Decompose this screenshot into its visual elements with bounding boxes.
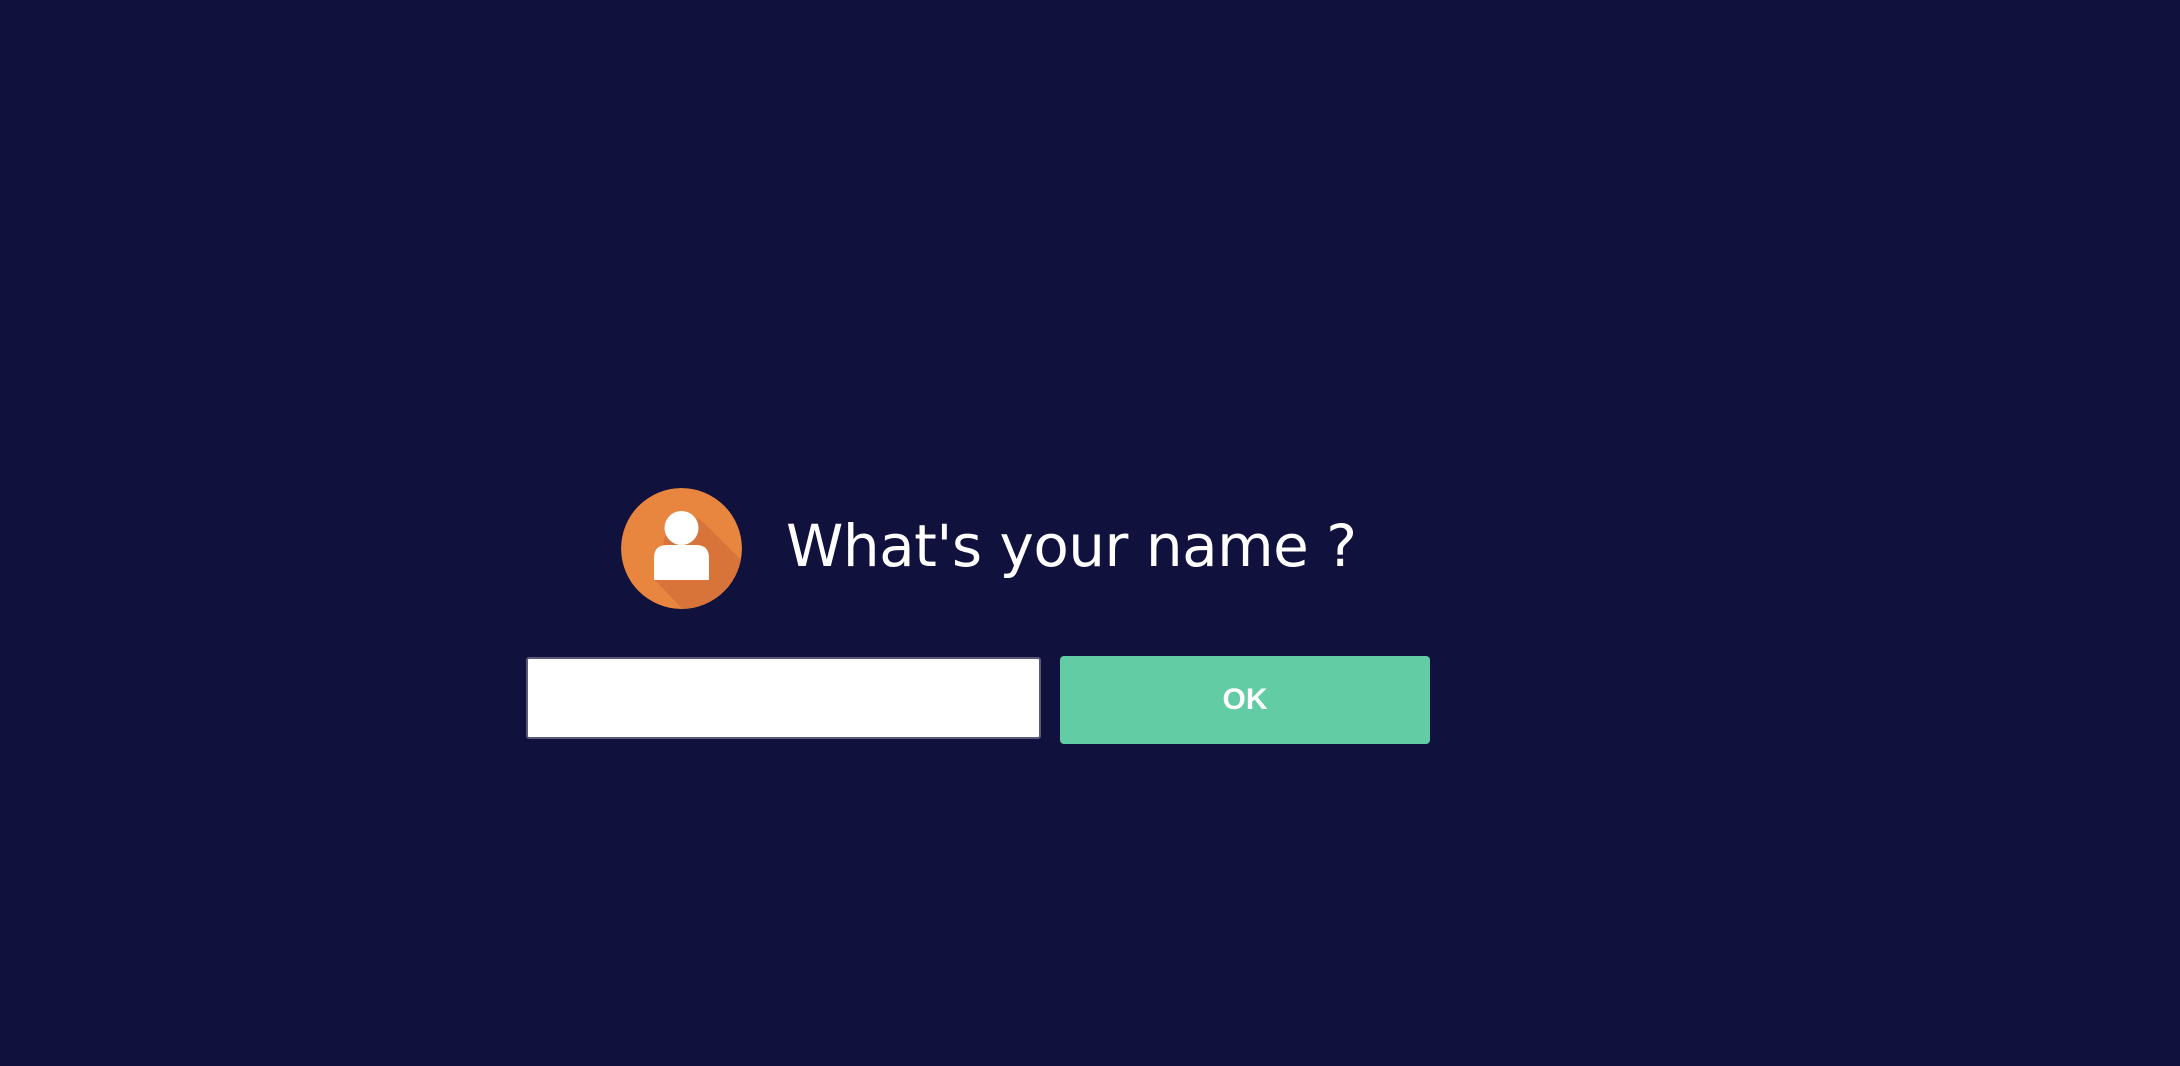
name-input[interactable]: [526, 657, 1041, 739]
ok-button[interactable]: OK: [1060, 656, 1430, 744]
user-avatar-icon: [621, 488, 742, 609]
prompt-title: What's your name ?: [786, 512, 1357, 580]
name-prompt-screen: { "prompt": { "title": "What's your name…: [0, 0, 2180, 1066]
